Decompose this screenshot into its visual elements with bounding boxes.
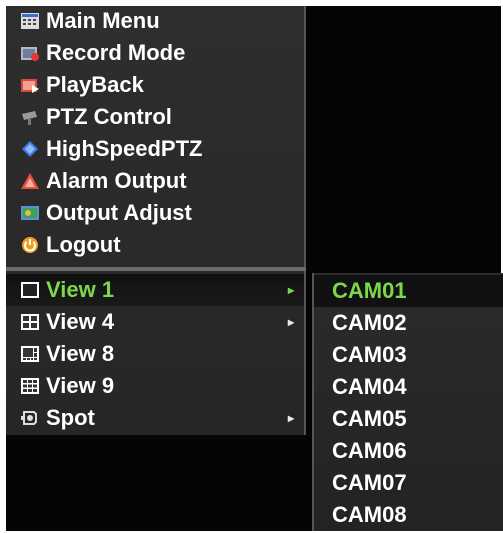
submenu-item-cam02[interactable]: CAM02	[314, 307, 503, 339]
submenu-item-cam01[interactable]: CAM01	[314, 275, 503, 307]
menu-item-ptz-control[interactable]: PTZ Control	[6, 101, 304, 133]
menu-item-playback[interactable]: PlayBack	[6, 69, 304, 101]
menu-item-view-1[interactable]: View 1 ▸	[6, 274, 304, 306]
submenu-item-label: CAM03	[332, 342, 407, 367]
menu-item-label: Spot	[46, 405, 95, 430]
spot-icon	[20, 409, 40, 427]
nine-view-icon	[20, 377, 40, 395]
menu-divider	[6, 267, 306, 271]
submenu-item-cam07[interactable]: CAM07	[314, 467, 503, 499]
output-adjust-icon	[20, 204, 40, 222]
menu-item-label: PTZ Control	[46, 104, 172, 129]
submenu-arrow-icon: ▸	[288, 283, 295, 297]
submenu-arrow-icon: ▸	[288, 411, 295, 425]
menu-item-label: Alarm Output	[46, 168, 187, 193]
diamond-icon	[20, 140, 40, 158]
ptz-camera-icon	[20, 108, 40, 126]
submenu-item-label: CAM06	[332, 438, 407, 463]
menu-item-highspeedptz[interactable]: HighSpeedPTZ	[6, 133, 304, 165]
menu-item-alarm-output[interactable]: Alarm Output	[6, 165, 304, 197]
eight-view-icon	[20, 345, 40, 363]
submenu-item-cam04[interactable]: CAM04	[314, 371, 503, 403]
menu-item-label: PlayBack	[46, 72, 144, 97]
menu-item-record-mode[interactable]: Record Mode	[6, 37, 304, 69]
submenu-item-label: CAM07	[332, 470, 407, 495]
submenu-item-label: CAM01	[332, 278, 407, 303]
power-icon	[20, 236, 40, 254]
submenu-item-cam06[interactable]: CAM06	[314, 435, 503, 467]
menu-item-label: View 4	[46, 309, 115, 334]
menu-item-label: Main Menu	[46, 8, 160, 33]
submenu-arrow-icon: ▸	[288, 315, 295, 329]
menu-item-view-8[interactable]: View 8	[6, 338, 304, 370]
record-mode-icon	[20, 44, 40, 62]
submenu-item-label: CAM08	[332, 502, 407, 527]
camera-submenu: CAM01 CAM02 CAM03 CAM04 CAM05 CAM06 CAM0…	[312, 273, 503, 531]
menu-item-logout[interactable]: Logout	[6, 229, 304, 261]
menu-item-label: Record Mode	[46, 40, 186, 65]
alarm-triangle-icon	[20, 172, 40, 190]
menu-item-output-adjust[interactable]: Output Adjust	[6, 197, 304, 229]
menu-item-view-9[interactable]: View 9	[6, 370, 304, 402]
menu-item-label: Logout	[46, 232, 121, 257]
quad-view-icon	[20, 313, 40, 331]
menu-item-main-menu[interactable]: Main Menu	[6, 5, 304, 37]
main-menu-icon	[20, 12, 40, 30]
menu-item-label: HighSpeedPTZ	[46, 136, 203, 161]
submenu-item-cam05[interactable]: CAM05	[314, 403, 503, 435]
submenu-item-label: CAM05	[332, 406, 407, 431]
single-view-icon	[20, 281, 40, 299]
menu-item-label: View 9	[46, 373, 115, 398]
submenu-item-label: CAM04	[332, 374, 407, 399]
playback-icon	[20, 76, 40, 94]
submenu-item-cam03[interactable]: CAM03	[314, 339, 503, 371]
menu-item-label: Output Adjust	[46, 200, 192, 225]
submenu-item-label: CAM02	[332, 310, 407, 335]
menu-item-label: View 1	[46, 277, 115, 302]
menu-item-spot[interactable]: Spot ▸	[6, 402, 304, 434]
submenu-item-cam08[interactable]: CAM08	[314, 499, 503, 531]
menu-item-view-4[interactable]: View 4 ▸	[6, 306, 304, 338]
menu-item-label: View 8	[46, 341, 115, 366]
